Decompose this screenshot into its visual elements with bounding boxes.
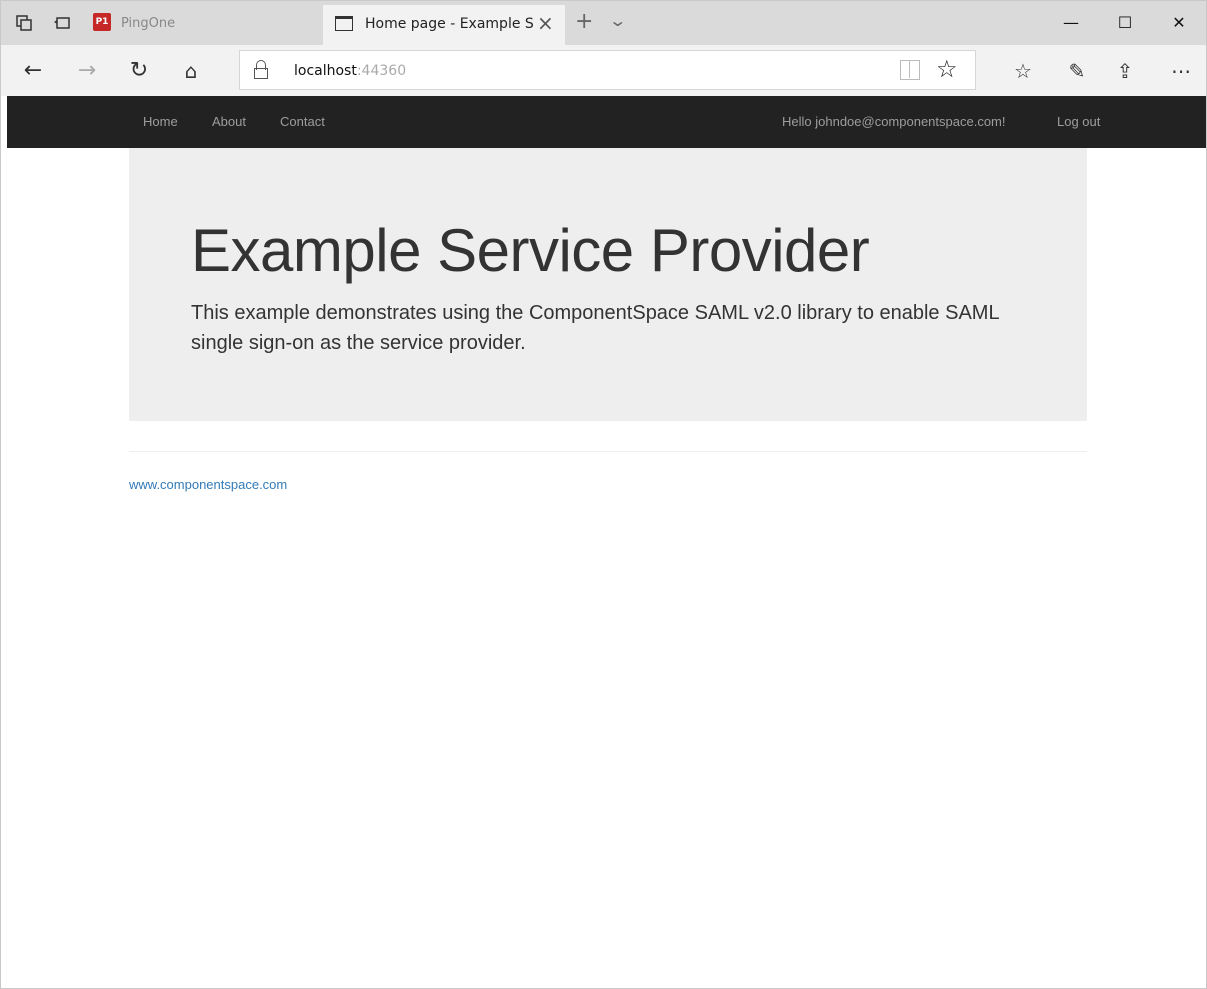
reading-view-icon[interactable] <box>900 60 920 80</box>
page-icon <box>335 16 353 31</box>
refresh-icon[interactable]: ↻ <box>123 55 155 87</box>
back-arrow-icon[interactable]: ← <box>17 55 49 87</box>
page-title: Example Service Provider <box>191 217 870 284</box>
address-bar[interactable]: localhost:44360 ☆ <box>239 50 976 90</box>
tab-home-page[interactable]: Home page - Example S × <box>323 5 565 45</box>
browser-window: P1 PingOne Home page - Example S × + ⌄ —… <box>0 0 1207 989</box>
divider <box>129 451 1087 452</box>
tab-set-aside-icon[interactable] <box>15 14 33 32</box>
new-tab-icon[interactable]: + <box>575 9 593 34</box>
tab-pingone[interactable]: P1 PingOne <box>91 7 321 41</box>
favorite-star-icon[interactable]: ☆ <box>936 55 958 83</box>
site-navbar: Home About Contact Hello johndoe@compone… <box>7 96 1206 148</box>
close-window-button[interactable]: ✕ <box>1151 1 1206 45</box>
more-menu-icon[interactable]: ⋯ <box>1165 55 1197 87</box>
share-icon[interactable]: ⇪ <box>1109 55 1141 87</box>
maximize-button[interactable]: ☐ <box>1097 1 1153 45</box>
footer-link[interactable]: www.componentspace.com <box>129 477 287 492</box>
lock-icon <box>254 60 268 80</box>
nav-link-about[interactable]: About <box>212 114 246 129</box>
nav-link-contact[interactable]: Contact <box>280 114 325 129</box>
logout-link[interactable]: Log out <box>1057 114 1100 129</box>
tabs-aside-icon[interactable] <box>53 14 71 32</box>
page-content: Example Service Provider This example de… <box>7 148 1202 988</box>
web-note-pen-icon[interactable]: ✎ <box>1061 55 1093 87</box>
tab-title: Home page - Example S <box>365 16 533 32</box>
browser-toolbar: ← → ↻ ⌂ localhost:44360 ☆ ☆ ✎ ⇪ ⋯ <box>1 45 1206 96</box>
tab-title: PingOne <box>121 16 176 31</box>
minimize-button[interactable]: — <box>1043 1 1099 45</box>
pingone-favicon-icon: P1 <box>93 13 111 31</box>
home-icon[interactable]: ⌂ <box>175 55 207 87</box>
close-tab-icon[interactable]: × <box>537 11 554 35</box>
jumbotron: Example Service Provider This example de… <box>129 148 1087 421</box>
forward-arrow-icon[interactable]: → <box>71 55 103 87</box>
chevron-down-icon[interactable]: ⌄ <box>608 11 627 30</box>
lead-text: This example demonstrates using the Comp… <box>191 302 999 354</box>
tab-strip: P1 PingOne Home page - Example S × + ⌄ —… <box>1 1 1206 45</box>
nav-link-home[interactable]: Home <box>143 114 178 129</box>
favorites-hub-icon[interactable]: ☆ <box>1007 55 1039 87</box>
url-text[interactable]: localhost:44360 <box>294 63 406 79</box>
nav-user-greeting[interactable]: Hello johndoe@componentspace.com! <box>782 114 1006 129</box>
